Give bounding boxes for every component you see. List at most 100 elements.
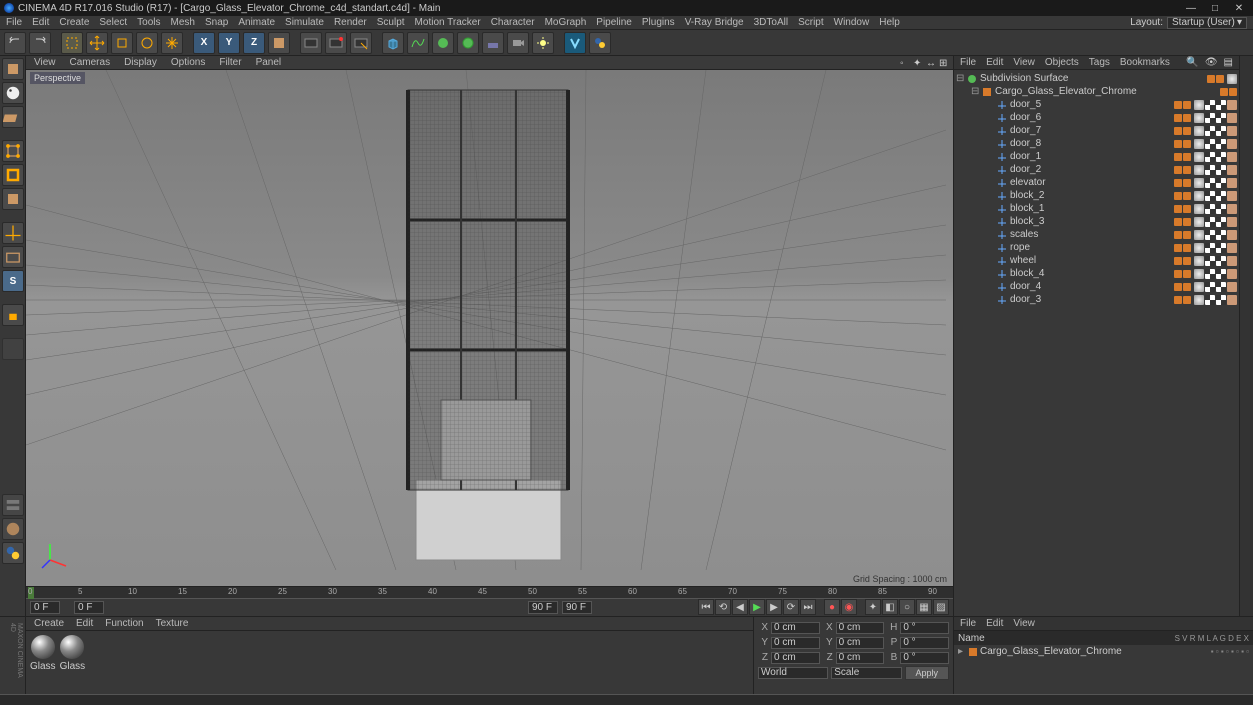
generator-button[interactable] — [432, 32, 454, 54]
vp-menu-cameras[interactable]: Cameras — [70, 57, 111, 68]
layer-button[interactable] — [2, 494, 24, 516]
mat-menu-function[interactable]: Function — [105, 618, 143, 629]
tags[interactable] — [1194, 126, 1237, 136]
material-glass[interactable]: Glass — [60, 635, 86, 690]
vp-menu-filter[interactable]: Filter — [219, 57, 241, 68]
vis-render-dot[interactable] — [1183, 153, 1191, 161]
menu-3dtoall[interactable]: 3DToAll — [754, 17, 788, 28]
pos-x-field[interactable]: 0 cm — [771, 622, 820, 634]
obj-menu-tags[interactable]: Tags — [1089, 57, 1110, 68]
spline-primitive[interactable] — [407, 32, 429, 54]
tags[interactable] — [1194, 295, 1237, 305]
apply-button[interactable]: Apply — [905, 666, 950, 680]
menu-help[interactable]: Help — [879, 17, 900, 28]
menu-mesh[interactable]: Mesh — [171, 17, 195, 28]
size-z-field[interactable]: 0 cm — [836, 652, 885, 664]
menu-mograph[interactable]: MoGraph — [545, 17, 587, 28]
vray-button[interactable] — [564, 32, 586, 54]
tags[interactable] — [1194, 230, 1237, 240]
render-view-button[interactable] — [300, 32, 322, 54]
rot-b-field[interactable]: 0 ° — [900, 652, 949, 664]
model-mode[interactable] — [2, 58, 24, 80]
rotate-tool[interactable] — [136, 32, 158, 54]
tags[interactable] — [1194, 217, 1237, 227]
z-axis-button[interactable]: Z — [243, 32, 265, 54]
deformer-button[interactable] — [457, 32, 479, 54]
vis-render-dot[interactable] — [1183, 283, 1191, 291]
tree-row-block-2[interactable]: block_2 — [956, 189, 1237, 202]
material-glass[interactable]: Glass — [30, 635, 56, 690]
menu-snap[interactable]: Snap — [205, 17, 228, 28]
menu-create[interactable]: Create — [59, 17, 89, 28]
obj-filter-icon[interactable]: ▤ — [1224, 57, 1233, 68]
size-x-field[interactable]: 0 cm — [836, 622, 885, 634]
menu-pipeline[interactable]: Pipeline — [596, 17, 632, 28]
layout-dropdown[interactable]: Startup (User)▾ — [1167, 17, 1247, 29]
record-button[interactable]: ● — [824, 599, 840, 615]
vis-render-dot[interactable] — [1183, 270, 1191, 278]
tree-row-rope[interactable]: rope — [956, 241, 1237, 254]
rot-h-field[interactable]: 0 ° — [900, 622, 949, 634]
tree-row-door-6[interactable]: door_6 — [956, 111, 1237, 124]
tags[interactable] — [1194, 282, 1237, 292]
tags[interactable] — [1194, 165, 1237, 175]
vis-render-dot[interactable] — [1183, 231, 1191, 239]
light-button[interactable] — [532, 32, 554, 54]
mat-menu-texture[interactable]: Texture — [156, 618, 189, 629]
coord-system-button[interactable] — [268, 32, 290, 54]
tree-row-subdivision-surface[interactable]: ⊟Subdivision Surface — [956, 72, 1237, 85]
attr-menu-file[interactable]: File — [960, 618, 976, 629]
vp-menu-options[interactable]: Options — [171, 57, 205, 68]
goto-start-button[interactable]: ⏮ — [698, 599, 714, 615]
goto-prev-key-button[interactable]: ⟲ — [715, 599, 731, 615]
menu-select[interactable]: Select — [99, 17, 127, 28]
timeline-ruler[interactable]: 051015202530354045505560657075808590 — [26, 587, 953, 599]
points-mode[interactable] — [2, 140, 24, 162]
timeline-preview-end-field[interactable]: 90 F — [528, 601, 558, 614]
vis-editor-dot[interactable] — [1174, 283, 1182, 291]
expand-icon[interactable]: ⊟ — [956, 73, 964, 84]
world-dropdown[interactable]: World — [758, 667, 828, 679]
undo-button[interactable] — [4, 32, 26, 54]
obj-search-icon[interactable]: 🔍 — [1186, 57, 1198, 68]
structure-button[interactable] — [2, 518, 24, 540]
rot-p-field[interactable]: 0 ° — [900, 637, 949, 649]
vis-editor-dot[interactable] — [1174, 244, 1182, 252]
vis-render-dot[interactable] — [1183, 257, 1191, 265]
vis-render-dot[interactable] — [1183, 218, 1191, 226]
obj-menu-edit[interactable]: Edit — [986, 57, 1003, 68]
tree-row-door-5[interactable]: door_5 — [956, 98, 1237, 111]
vis-editor-dot[interactable] — [1174, 218, 1182, 226]
camera-button[interactable] — [507, 32, 529, 54]
menu-character[interactable]: Character — [491, 17, 535, 28]
vis-render-dot[interactable] — [1183, 127, 1191, 135]
menu-render[interactable]: Render — [334, 17, 367, 28]
key-pos-button[interactable]: ✦ — [865, 599, 881, 615]
expand-icon[interactable]: ⊟ — [971, 86, 979, 97]
tags[interactable] — [1194, 178, 1237, 188]
scale-tool[interactable] — [111, 32, 133, 54]
pos-y-field[interactable]: 0 cm — [771, 637, 820, 649]
mat-menu-create[interactable]: Create — [34, 618, 64, 629]
tree-row-block-4[interactable]: block_4 — [956, 267, 1237, 280]
vis-editor-dot[interactable] — [1174, 127, 1182, 135]
maximize-button[interactable]: □ — [1209, 2, 1221, 14]
object-tree[interactable]: ⊟Subdivision Surface⊟Cargo_Glass_Elevato… — [954, 70, 1239, 616]
vp-menu-display[interactable]: Display — [124, 57, 157, 68]
vis-render-dot[interactable] — [1183, 205, 1191, 213]
redo-button[interactable] — [29, 32, 51, 54]
tags[interactable] — [1194, 269, 1237, 279]
menu-script[interactable]: Script — [798, 17, 824, 28]
size-y-field[interactable]: 0 cm — [836, 637, 885, 649]
autokey-button[interactable]: ◉ — [841, 599, 857, 615]
vis-render-dot[interactable] — [1183, 244, 1191, 252]
next-frame-button[interactable]: ▶ — [766, 599, 782, 615]
vis-render-dot[interactable] — [1183, 296, 1191, 304]
key-pla-button[interactable]: ▨ — [933, 599, 949, 615]
vp-nav1-icon[interactable]: ◦ — [900, 58, 910, 68]
pos-z-field[interactable]: 0 cm — [771, 652, 820, 664]
vp-nav2-icon[interactable]: ✦ — [913, 58, 923, 68]
obj-eye-icon[interactable]: 👁 — [1205, 57, 1218, 68]
viewport[interactable]: Perspective — [26, 70, 953, 586]
tags[interactable] — [1194, 139, 1237, 149]
